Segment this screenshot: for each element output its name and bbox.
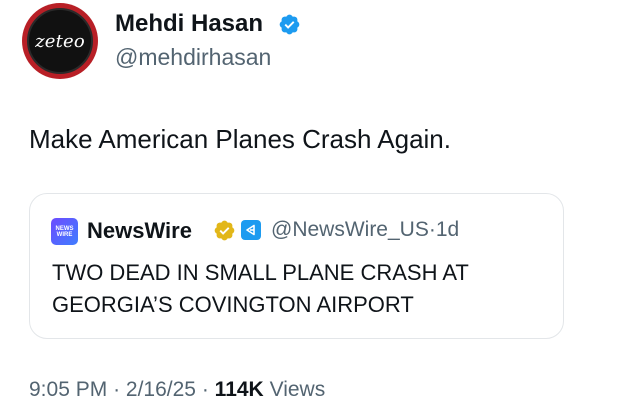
quoted-meta: @NewsWire_US·1d bbox=[271, 218, 459, 242]
tweet-time[interactable]: 9:05 PM bbox=[29, 378, 107, 401]
tweet-footer: 9:05 PM · 2/16/25 · 114K Views bbox=[29, 378, 325, 402]
verified-badge-icon bbox=[279, 14, 300, 35]
verified-gold-icon bbox=[214, 220, 235, 241]
quoted-handle[interactable]: @NewsWire_US bbox=[271, 218, 429, 241]
footer-separator-2: · bbox=[201, 378, 209, 401]
author-avatar[interactable]: zeteo bbox=[22, 3, 98, 79]
tweet-date[interactable]: 2/16/25 bbox=[126, 378, 196, 401]
tweet-card: zeteo Mehdi Hasan @mehdirhasan Make Amer… bbox=[0, 0, 642, 416]
author-display-name[interactable]: Mehdi Hasan bbox=[115, 10, 263, 38]
tweet-text: Make American Planes Crash Again. bbox=[29, 124, 451, 154]
avatar-inner: zeteo bbox=[27, 8, 93, 74]
quoted-display-name[interactable]: NewsWire bbox=[87, 218, 192, 244]
quoted-headline-line1: TWO DEAD IN SMALL PLANE CRASH AT bbox=[52, 260, 469, 285]
author-handle[interactable]: @mehdirhasan bbox=[115, 44, 271, 71]
quoted-tweet[interactable]: NEWS WIRE NewsWire @NewsWire_US·1d TWO D… bbox=[29, 193, 564, 339]
footer-separator-1: · bbox=[113, 378, 121, 401]
affiliate-glyph-icon bbox=[246, 224, 255, 236]
quoted-avatar-line2: WIRE bbox=[56, 231, 73, 238]
meta-separator: · bbox=[428, 218, 436, 241]
quoted-age[interactable]: 1d bbox=[436, 218, 459, 241]
views-count: 114K bbox=[214, 378, 264, 401]
avatar-logo-text: zeteo bbox=[35, 30, 85, 52]
quoted-headline-line2: GEORGIA’S COVINGTON AIRPORT bbox=[52, 292, 414, 317]
quoted-avatar[interactable]: NEWS WIRE bbox=[51, 218, 78, 245]
affiliate-badge-icon[interactable] bbox=[241, 220, 261, 240]
views-label: Views bbox=[269, 378, 326, 401]
